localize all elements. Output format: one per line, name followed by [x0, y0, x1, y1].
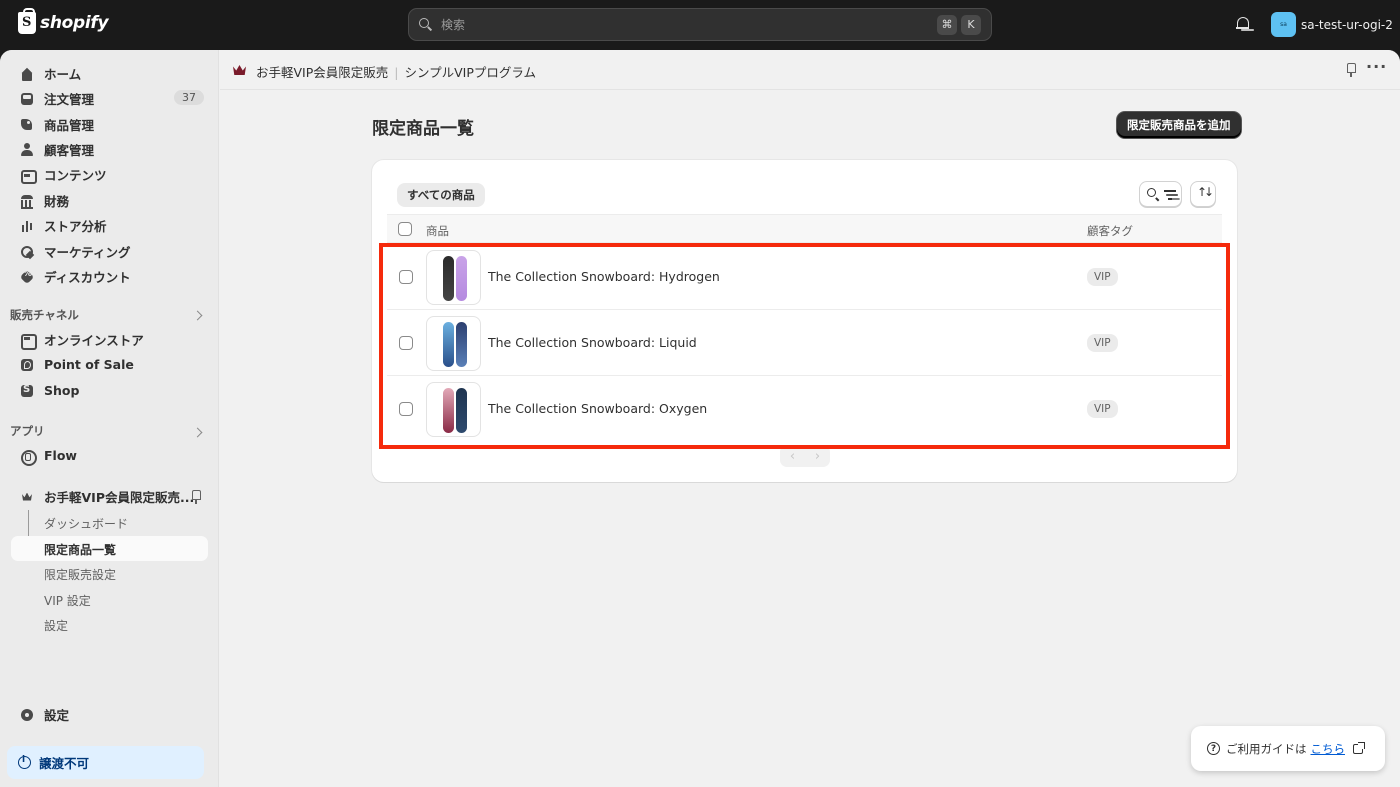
content-icon	[20, 168, 37, 184]
inbox-icon	[20, 92, 34, 106]
search-bar[interactable]: ⌘ K	[408, 8, 992, 41]
column-header-product: 商品	[426, 224, 449, 238]
notification-bell-icon[interactable]	[1236, 17, 1250, 31]
transfer-status-banner[interactable]: 譲渡不可	[7, 746, 204, 779]
add-limited-product-button[interactable]: 限定販売商品を追加	[1117, 112, 1241, 138]
store-menu[interactable]: sa sa-test-ur-ogi-2	[1271, 12, 1393, 37]
sidebar-item-vip-app[interactable]: お手軽VIP会員限定販売...	[10, 484, 208, 509]
external-link-icon[interactable]	[1353, 741, 1365, 754]
sidebar-item-point-of-sale[interactable]: Point of Sale	[10, 352, 208, 377]
sub-item-settings[interactable]: 設定	[44, 617, 68, 634]
app-name: お手軽VIP会員限定販売	[256, 65, 389, 80]
sidebar-item-discounts[interactable]: ディスカウント	[10, 264, 208, 289]
top-bar: S shopify ⌘ K sa sa-test-ur-ogi-2	[0, 0, 1400, 50]
store-avatar: sa	[1271, 12, 1296, 37]
command-key-hint: ⌘	[937, 14, 957, 35]
sub-item-limited-products[interactable]: 限定商品一覧	[44, 541, 116, 558]
sort-icon	[1197, 185, 1211, 201]
tag-icon	[20, 118, 34, 132]
more-actions-icon[interactable]: ···	[1366, 59, 1387, 75]
search-input[interactable]	[441, 17, 933, 32]
sidebar-item-finance[interactable]: 財務	[10, 188, 208, 213]
guide-text: ご利用ガイドは	[1226, 741, 1307, 756]
shop-icon	[20, 384, 34, 398]
shopify-logo[interactable]: S shopify	[18, 8, 109, 34]
column-header-customer-tag: 顧客タグ	[1087, 224, 1133, 238]
shopify-bag-icon: S	[18, 8, 36, 34]
crown-icon	[20, 490, 34, 504]
sidebar-item-home[interactable]: ホーム	[10, 61, 208, 86]
apps-label: アプリ	[10, 424, 45, 438]
admin-frame: ホーム 注文管理 37 商品管理 顧客管理 コンテンツ 財務 ストア分析 マーケテ…	[0, 50, 1400, 787]
app-header: お手軽VIP会員限定販売 | シンプルVIPプログラム ···	[220, 50, 1400, 90]
pin-icon[interactable]	[189, 490, 203, 504]
question-icon: ?	[1207, 742, 1220, 755]
sidebar-item-settings[interactable]: 設定	[10, 702, 208, 727]
sidebar-item-marketing[interactable]: マーケティング	[10, 239, 208, 264]
sidebar-item-online-store[interactable]: オンラインストア	[10, 327, 208, 352]
sales-channels-chevron-icon[interactable]	[192, 310, 203, 321]
search-icon	[419, 17, 433, 32]
flow-icon	[20, 449, 37, 466]
info-icon	[18, 755, 31, 769]
filter-tab-all-products[interactable]: すべての商品	[397, 183, 485, 207]
sub-item-limited-sales-settings[interactable]: 限定販売設定	[44, 566, 116, 583]
bank-icon	[20, 194, 34, 209]
sidebar-item-products[interactable]: 商品管理	[10, 112, 208, 137]
sidebar-item-orders[interactable]: 注文管理 37	[10, 86, 208, 111]
store-name: sa-test-ur-ogi-2	[1301, 17, 1393, 32]
select-all-checkbox[interactable]	[398, 222, 412, 236]
app-crown-icon	[233, 65, 246, 75]
pos-icon	[20, 358, 34, 372]
sales-channels-label: 販売チャネル	[10, 308, 79, 322]
sort-button[interactable]	[1190, 181, 1216, 207]
main-content: お手軽VIP会員限定販売 | シンプルVIPプログラム ··· 限定商品一覧 限定販…	[220, 50, 1400, 787]
discount-icon	[20, 269, 34, 284]
search-icon	[1147, 188, 1156, 197]
program-name: シンプルVIPプログラム	[404, 65, 537, 80]
k-key-hint: K	[961, 14, 981, 35]
apps-chevron-icon[interactable]	[192, 427, 203, 438]
highlight-annotation-box	[379, 243, 1230, 449]
orders-count-badge: 37	[174, 90, 204, 105]
header-pin-icon[interactable]	[1344, 63, 1358, 77]
home-icon	[20, 67, 34, 81]
breadcrumb-separator: |	[394, 65, 399, 80]
app-breadcrumb: お手軽VIP会員限定販売 | シンプルVIPプログラム	[256, 62, 536, 81]
person-icon	[20, 142, 34, 157]
sub-item-vip-settings[interactable]: VIP 設定	[44, 592, 91, 609]
sidebar-item-analytics[interactable]: ストア分析	[10, 213, 208, 238]
sidebar-item-flow[interactable]: Flow	[10, 443, 208, 468]
filter-icon	[1164, 190, 1176, 198]
guide-link[interactable]: こちら	[1311, 741, 1346, 757]
logo-text: shopify	[40, 13, 109, 33]
usage-guide-banner: ? ご利用ガイドは こちら	[1191, 726, 1385, 771]
table-header: 商品 顧客タグ	[387, 214, 1222, 243]
sidebar: ホーム 注文管理 37 商品管理 顧客管理 コンテンツ 財務 ストア分析 マーケテ…	[0, 50, 219, 787]
page-title: 限定商品一覧	[372, 119, 474, 139]
chart-icon	[20, 219, 34, 233]
sidebar-item-shop[interactable]: Shop	[10, 378, 208, 403]
sidebar-item-content[interactable]: コンテンツ	[10, 162, 208, 187]
sub-item-dashboard[interactable]: ダッシュボード	[44, 515, 128, 532]
target-icon	[20, 245, 34, 259]
search-filter-button[interactable]	[1139, 181, 1182, 207]
gear-icon	[20, 708, 34, 722]
sidebar-item-customers[interactable]: 顧客管理	[10, 137, 208, 162]
store-icon	[20, 333, 37, 350]
